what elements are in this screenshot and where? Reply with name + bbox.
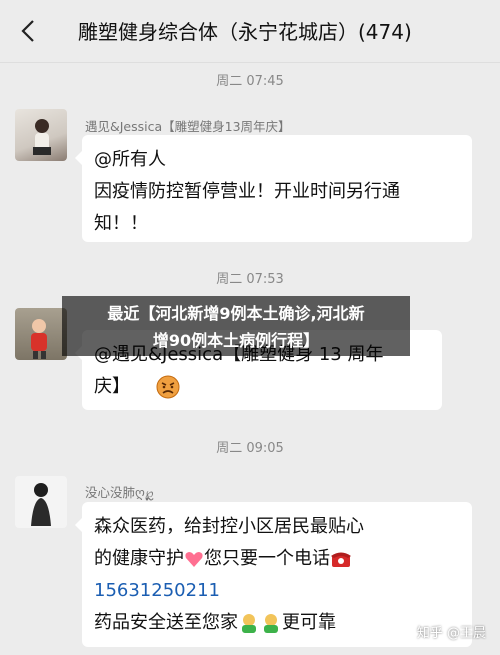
sender-avatar[interactable] bbox=[15, 476, 67, 528]
message-bubble[interactable]: 森众医药，给封控小区居民最贴心 的健康守护 您只要一个电话 15631250211… bbox=[75, 502, 472, 647]
timestamp: 周二 07:53 bbox=[216, 272, 284, 287]
sender-name: 没心没肺ღ℘ຼ bbox=[85, 485, 154, 500]
person-face-icon bbox=[264, 614, 278, 633]
sender-avatar[interactable] bbox=[15, 308, 67, 360]
timestamp: 周二 07:45 bbox=[216, 74, 284, 89]
telephone-icon bbox=[331, 552, 351, 567]
chat-title: 雕塑健身综合体（永宁花城店）(474) bbox=[78, 20, 412, 44]
message-line: 的健康守护 您只要一个电话 bbox=[94, 543, 460, 575]
message-line: 森众医药，给封控小区居民最贴心 bbox=[94, 516, 364, 537]
sender-avatar[interactable] bbox=[15, 109, 67, 161]
person-face-icon bbox=[242, 614, 256, 633]
angry-face-icon bbox=[156, 375, 180, 399]
heart-icon bbox=[185, 552, 203, 567]
silhouette-photo-icon bbox=[31, 483, 51, 526]
message-line: @所有人 bbox=[94, 149, 166, 170]
phone-number-link[interactable]: 15631250211 bbox=[94, 575, 460, 607]
message-line: 药品安全送至您家 更可靠 bbox=[94, 612, 336, 633]
caption-line: 增90例本土病例行程】 bbox=[152, 331, 320, 350]
person-photo-icon bbox=[33, 119, 51, 155]
chat-header: 雕塑健身综合体（永宁花城店）(474) bbox=[0, 0, 500, 63]
caption-line: 最近【河北新增9例本土确诊,河北新 bbox=[107, 304, 365, 323]
message-line: 知！！ bbox=[94, 213, 148, 234]
watermark: 知乎 @王晨 bbox=[416, 626, 486, 641]
child-photo-icon bbox=[31, 319, 47, 359]
message-line: 庆】 bbox=[94, 371, 430, 403]
message-bubble[interactable]: @所有人 因疫情防控暂停营业！开业时间另行通 知！！ bbox=[75, 135, 472, 242]
sender-name: 遇见&Jessica【雕塑健身13周年庆】 bbox=[85, 119, 291, 134]
back-arrow-icon[interactable] bbox=[14, 16, 44, 46]
news-caption-overlay: 最近【河北新增9例本土确诊,河北新 增90例本土病例行程】 bbox=[62, 296, 410, 356]
message-line: 因疫情防控暂停营业！开业时间另行通 bbox=[94, 181, 400, 202]
timestamp: 周二 09:05 bbox=[216, 441, 284, 456]
